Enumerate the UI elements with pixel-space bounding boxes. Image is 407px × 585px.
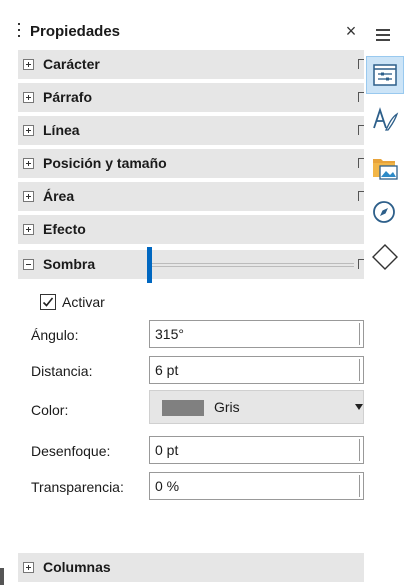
deck-title: Propiedades bbox=[30, 23, 121, 40]
section-efecto[interactable]: Efecto bbox=[18, 215, 364, 244]
properties-icon[interactable] bbox=[366, 56, 404, 94]
transparency-spinfield[interactable]: 0 % bbox=[149, 472, 364, 500]
distance-label: Distancia: bbox=[31, 363, 93, 379]
section-columnas[interactable]: Columnas bbox=[18, 553, 364, 582]
section-label: Efecto bbox=[43, 221, 86, 237]
close-button[interactable]: × bbox=[340, 20, 362, 42]
expand-plus-icon[interactable] bbox=[23, 224, 34, 235]
shadow-panel: Activar Ángulo: 315° Distancia: 6 pt Col… bbox=[18, 284, 364, 559]
section-label: Sombra bbox=[43, 256, 96, 272]
navigator-icon[interactable] bbox=[366, 194, 404, 232]
section-label: Carácter bbox=[43, 56, 100, 72]
angle-value: 315° bbox=[155, 326, 184, 342]
section-area[interactable]: Área bbox=[18, 182, 364, 211]
transparency-slider-track[interactable] bbox=[147, 263, 354, 267]
expand-plus-icon[interactable] bbox=[23, 92, 34, 103]
color-name: Gris bbox=[214, 399, 240, 415]
spin-arrows-icon[interactable] bbox=[359, 323, 363, 345]
transparency-value: 0 % bbox=[155, 478, 180, 494]
deck-titlebar: Propiedades × bbox=[18, 14, 364, 50]
distance-value: 6 pt bbox=[155, 362, 179, 378]
activar-checkbox[interactable] bbox=[40, 294, 56, 310]
section-linea[interactable]: Línea bbox=[18, 116, 364, 145]
section-label: Línea bbox=[43, 122, 80, 138]
transparency-label: Transparencia: bbox=[31, 479, 124, 495]
expand-plus-icon[interactable] bbox=[23, 158, 34, 169]
section-caracter[interactable]: Carácter bbox=[18, 50, 364, 79]
distance-spinfield[interactable]: 6 pt bbox=[149, 356, 364, 384]
collapse-minus-icon[interactable] bbox=[23, 259, 34, 270]
left-edge-marker bbox=[0, 568, 4, 585]
angle-label: Ángulo: bbox=[31, 327, 79, 343]
expand-plus-icon[interactable] bbox=[23, 191, 34, 202]
activar-label: Activar bbox=[62, 294, 105, 310]
expand-plus-icon[interactable] bbox=[23, 59, 34, 70]
shapes-icon[interactable] bbox=[366, 238, 404, 276]
color-label: Color: bbox=[31, 402, 69, 418]
hamburger-menu-icon[interactable] bbox=[376, 27, 394, 41]
sidebar-tabbar bbox=[364, 14, 407, 585]
expand-plus-icon[interactable] bbox=[23, 125, 34, 136]
styles-icon[interactable] bbox=[366, 101, 404, 139]
sidebar-deck: Propiedades × Carácter Párrafo Línea Pos… bbox=[8, 14, 364, 585]
section-label: Columnas bbox=[43, 559, 111, 575]
color-dropdown[interactable]: Gris bbox=[149, 390, 364, 424]
section-label: Párrafo bbox=[43, 89, 93, 105]
spin-arrows-icon[interactable] bbox=[359, 439, 363, 461]
grip-icon[interactable] bbox=[18, 23, 22, 41]
color-swatch bbox=[162, 400, 204, 416]
section-label: Posición y tamaño bbox=[43, 155, 167, 171]
section-label: Área bbox=[43, 188, 75, 204]
blur-label: Desenfoque: bbox=[31, 443, 111, 459]
transparency-slider-thumb[interactable] bbox=[147, 247, 152, 283]
blur-value: 0 pt bbox=[155, 442, 179, 458]
dropdown-arrow-icon[interactable] bbox=[355, 404, 363, 410]
gallery-icon[interactable] bbox=[366, 148, 404, 186]
spin-arrows-icon[interactable] bbox=[359, 359, 363, 381]
angle-spinfield[interactable]: 315° bbox=[149, 320, 364, 348]
spin-arrows-icon[interactable] bbox=[359, 475, 363, 497]
expand-plus-icon[interactable] bbox=[23, 562, 34, 573]
section-parrafo[interactable]: Párrafo bbox=[18, 83, 364, 112]
checkmark-icon bbox=[42, 297, 54, 307]
blur-spinfield[interactable]: 0 pt bbox=[149, 436, 364, 464]
section-posicion-tamano[interactable]: Posición y tamaño bbox=[18, 149, 364, 178]
